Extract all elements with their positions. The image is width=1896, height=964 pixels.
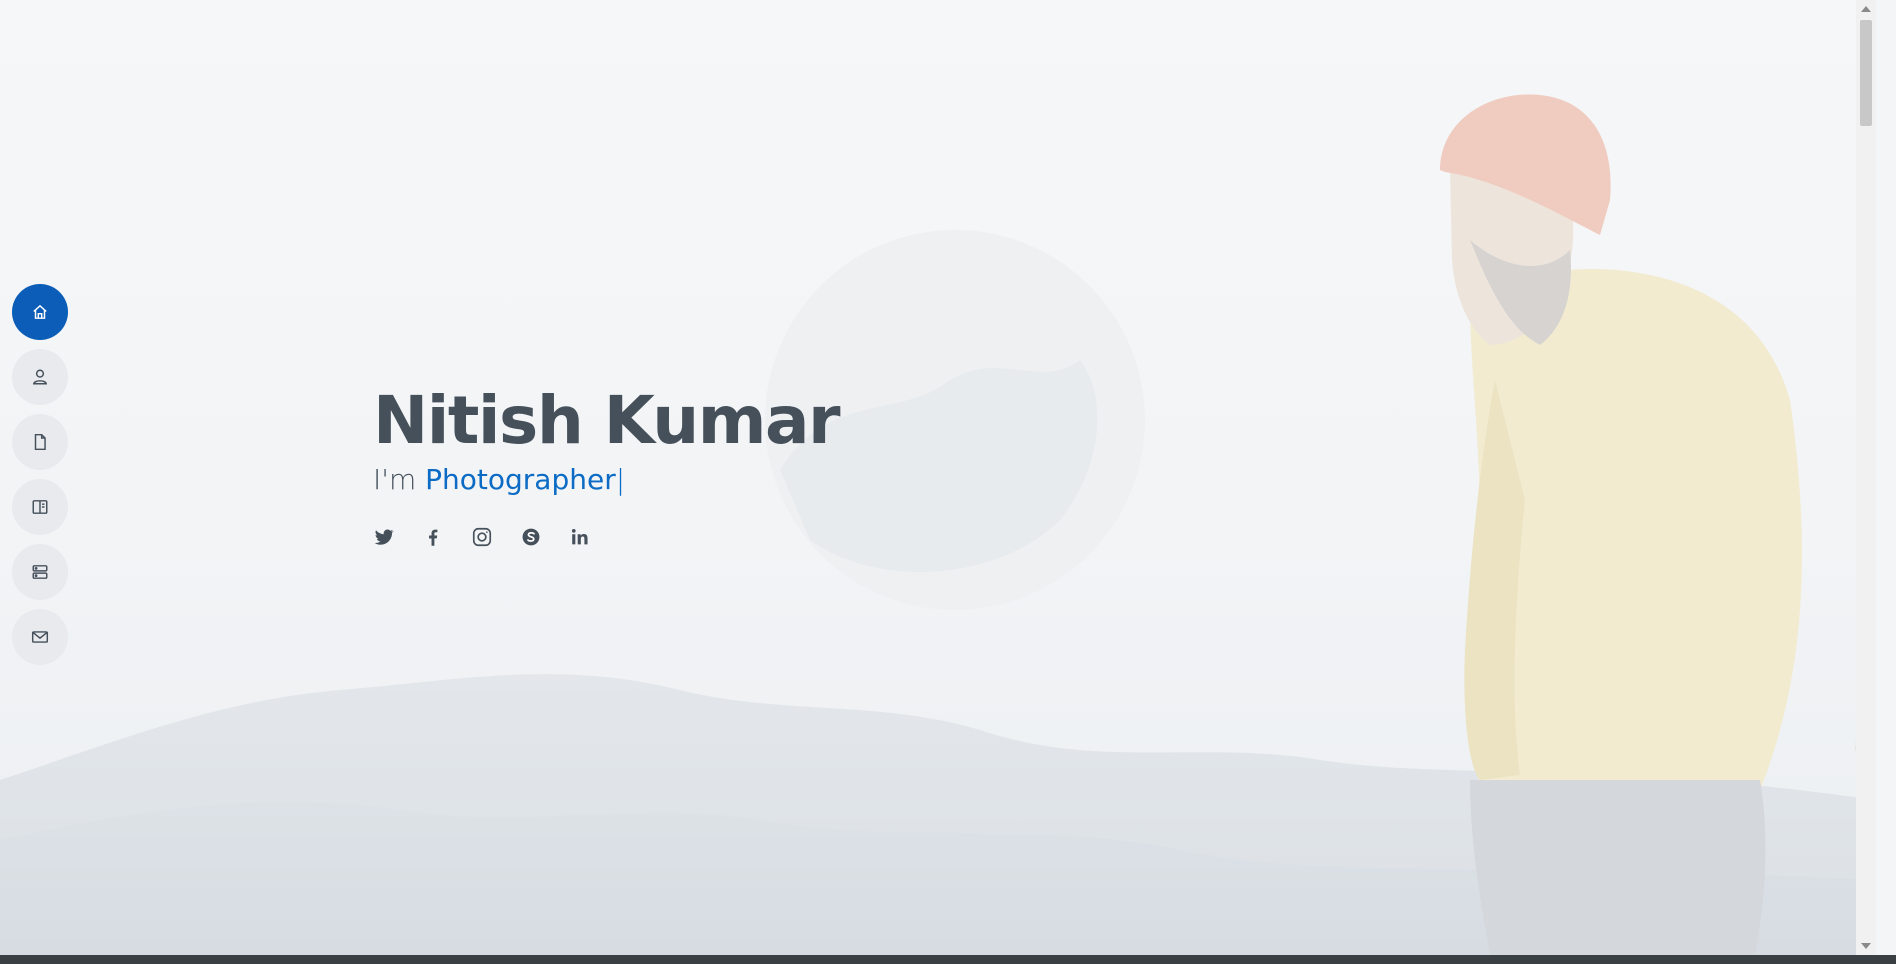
nav-services-button[interactable]	[12, 544, 68, 600]
nav-contact-button[interactable]	[12, 609, 68, 665]
instagram-link[interactable]	[471, 526, 493, 548]
envelope-icon	[31, 631, 49, 643]
linkedin-link[interactable]	[569, 526, 591, 548]
nav-portfolio-button[interactable]	[12, 479, 68, 535]
hero-tagline: I'm Photographer|	[373, 460, 839, 500]
facebook-link[interactable]	[422, 526, 444, 548]
book-half-icon	[32, 500, 48, 514]
hero-name: Nitish Kumar	[373, 382, 841, 459]
scrollbar-thumb[interactable]	[1860, 20, 1872, 126]
linkedin-icon	[571, 529, 588, 545]
home-icon	[33, 304, 47, 319]
side-navigation	[12, 284, 68, 665]
instagram-icon	[472, 527, 492, 547]
tagline-prefix: I'm	[373, 463, 426, 496]
scroll-up-arrow-icon[interactable]	[1861, 6, 1871, 12]
skype-icon	[522, 528, 540, 546]
server-icon	[32, 565, 48, 579]
skype-link[interactable]	[520, 526, 542, 548]
hero-background-image	[0, 94, 1876, 955]
nav-resume-button[interactable]	[12, 414, 68, 470]
person-figure	[1440, 94, 1802, 955]
typed-role: Photographer	[425, 463, 616, 496]
twitter-link[interactable]	[373, 526, 395, 548]
person-icon	[32, 369, 48, 385]
social-links	[373, 526, 839, 548]
nav-home-button[interactable]	[12, 284, 68, 340]
scroll-down-arrow-icon[interactable]	[1861, 943, 1871, 949]
hero-section: Nitish Kumar I'm Photographer|	[0, 0, 1876, 955]
file-icon	[34, 433, 46, 451]
bottom-window-edge	[0, 955, 1896, 964]
hero-content: Nitish Kumar I'm Photographer|	[373, 382, 841, 548]
nav-about-button[interactable]	[12, 349, 68, 405]
typed-caret: |	[615, 463, 626, 496]
facebook-icon	[429, 529, 438, 546]
vertical-scrollbar[interactable]	[1856, 0, 1876, 955]
twitter-icon	[374, 529, 394, 545]
